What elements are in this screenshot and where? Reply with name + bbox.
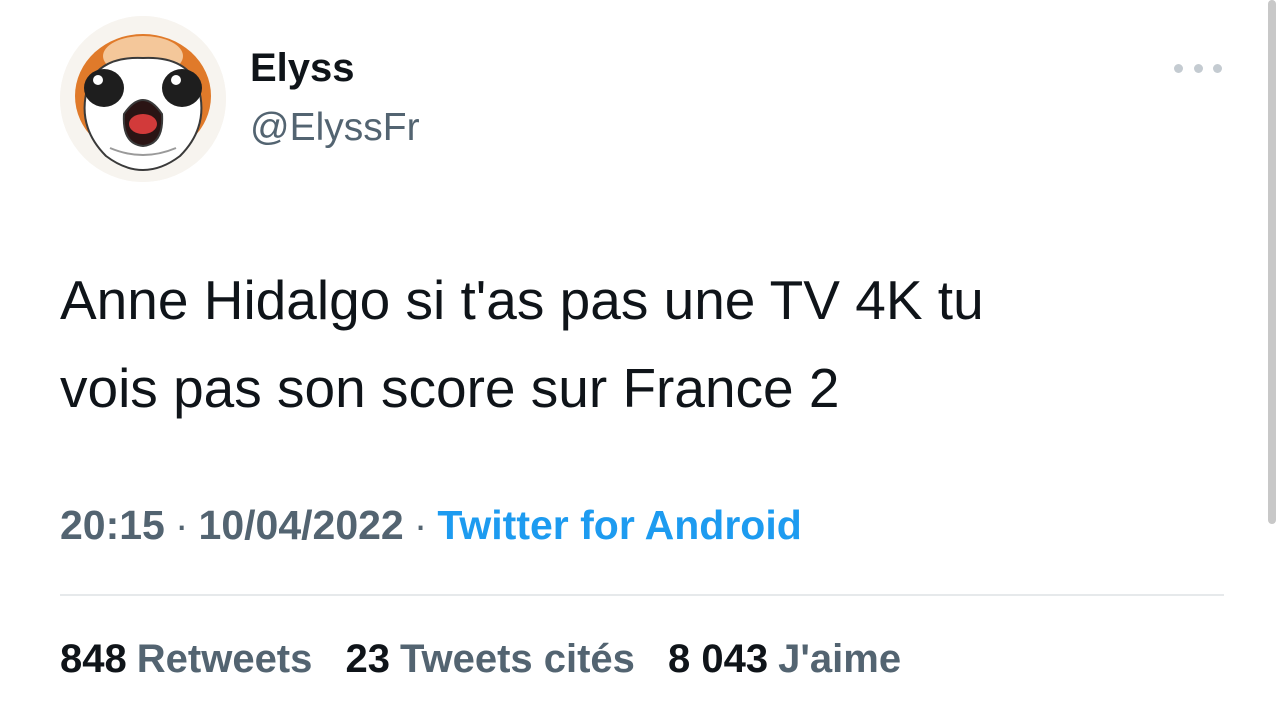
divider bbox=[60, 594, 1224, 596]
quotes-count: 23 bbox=[345, 637, 391, 681]
tweet-text: Anne Hidalgo si t'as pas une TV 4K tu vo… bbox=[60, 269, 984, 419]
tweet-meta: 20:15 · 10/04/2022 · Twitter for Android bbox=[60, 500, 802, 550]
tweet-source-link[interactable]: Twitter for Android bbox=[437, 502, 801, 548]
retweets-count: 848 bbox=[60, 637, 127, 681]
more-dot bbox=[1193, 63, 1203, 73]
meta-separator: · bbox=[174, 502, 189, 548]
author-name[interactable]: Elyss bbox=[250, 46, 355, 90]
meta-separator: · bbox=[413, 502, 428, 548]
tweet-date[interactable]: 10/04/2022 bbox=[199, 502, 404, 548]
tweet-time[interactable]: 20:15 bbox=[60, 502, 165, 548]
porg-avatar-icon bbox=[60, 16, 226, 182]
tweet-stats: 848 Retweets 23 Tweets cités 8 043 J'aime bbox=[60, 634, 923, 684]
author-handle[interactable]: @ElyssFr bbox=[250, 106, 420, 150]
quotes-label: Tweets cités bbox=[400, 637, 635, 681]
quotes-stat[interactable]: 23 Tweets cités bbox=[346, 634, 635, 684]
likes-stat[interactable]: 8 043 J'aime bbox=[668, 634, 901, 684]
scrollbar[interactable] bbox=[1268, 0, 1276, 524]
more-options-icon[interactable] bbox=[1174, 58, 1222, 78]
likes-count: 8 043 bbox=[668, 637, 769, 681]
more-dot bbox=[1213, 63, 1222, 73]
retweets-stat[interactable]: 848 Retweets bbox=[60, 634, 312, 684]
more-dot bbox=[1174, 63, 1183, 73]
tweet-card: Elyss @ElyssFr Anne Hidalgo si t'as pas … bbox=[0, 0, 1284, 718]
avatar[interactable] bbox=[60, 16, 226, 182]
likes-label: J'aime bbox=[778, 637, 902, 681]
retweets-label: Retweets bbox=[136, 637, 313, 681]
